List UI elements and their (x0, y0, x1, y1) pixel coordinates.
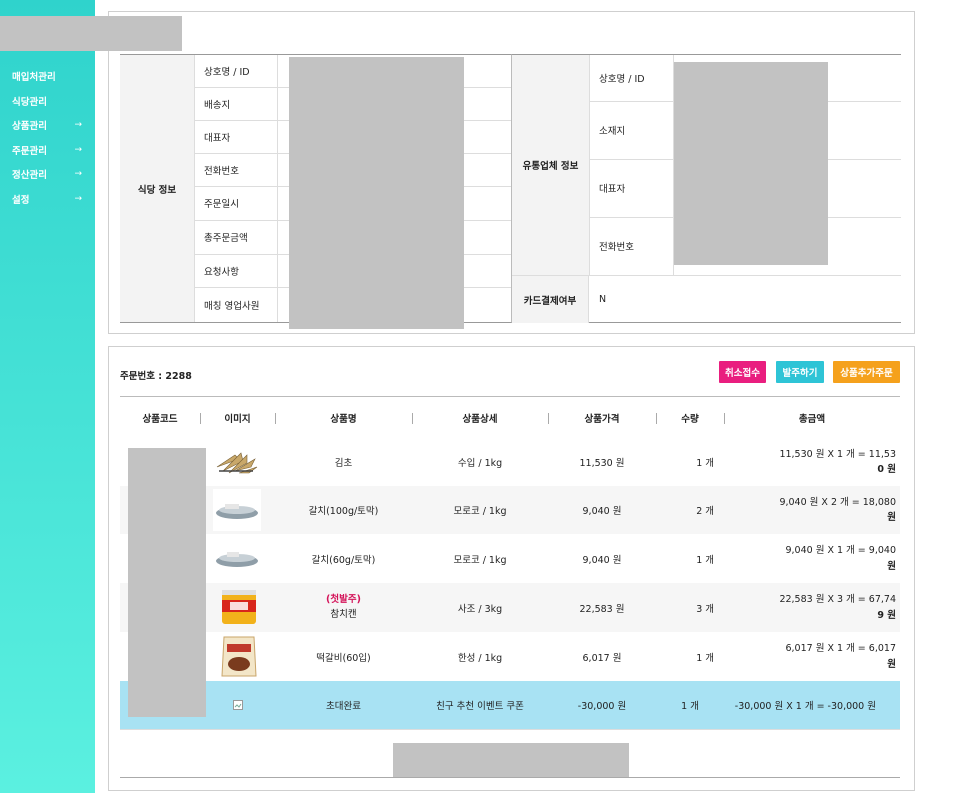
product-total: 9,040 원 X 1 개 = 9,040 원 (785, 545, 896, 572)
galbi-pack-image (218, 634, 260, 679)
product-name-cell: (첫발주) 참치캔 (275, 583, 412, 632)
broken-image-icon (200, 681, 275, 729)
table-row: (첫발주) 참치캔 사조 / 3kg 22,583 원 3 개 22,583 원… (120, 583, 900, 633)
sidebar-item-settings[interactable]: 설정 → (12, 187, 92, 212)
order-number: 주문번호 : 2288 (120, 371, 192, 382)
dispatch-order-button[interactable]: 발주하기 (776, 361, 824, 383)
fish-image (213, 489, 261, 531)
fish-image (213, 537, 261, 579)
table-row: 갈치(100g/토막) 모로코 / 1kg 9,040 원 2 개 9,040 … (120, 486, 900, 535)
table-row: 김초 수입 / 1kg 11,530 원 1 개 11,530 원 X 1 개 … (120, 438, 900, 487)
col-price: 상품가격 (584, 414, 620, 425)
sidebar-item-restaurant[interactable]: 식당관리 (12, 89, 92, 114)
product-qty: 1 개 (696, 554, 714, 566)
product-price: 22,583 원 (579, 603, 625, 615)
arrow-right-icon: → (74, 144, 82, 155)
product-name: 갈치(60g/토막) (311, 554, 376, 566)
items-table-header: 상품코드 이미지 상품명 상품상세 상품가격 수량 총금액 (120, 396, 900, 440)
add-product-order-button[interactable]: 상품추가주문 (833, 361, 900, 383)
product-qty: 1 개 (696, 652, 714, 664)
col-total: 총금액 (798, 414, 826, 425)
product-qty: 2 개 (696, 506, 714, 517)
redacted-distributor-values (674, 62, 828, 265)
product-detail: 수입 / 1kg (457, 458, 503, 469)
arrow-right-icon: → (74, 193, 82, 204)
product-price: 9,040 원 (582, 506, 622, 517)
sidebar-item-purchase[interactable]: 매입처관리 (12, 64, 92, 89)
product-total: 11,530 원 X 1 개 = 11,53 0 원 (779, 448, 896, 475)
col-image: 이미지 (224, 414, 251, 425)
sidebar-item-product[interactable]: 상품관리 → (12, 113, 92, 138)
redacted-product-codes (128, 448, 206, 717)
tuna-can-image (218, 586, 260, 628)
product-name: 떡갈비(60입) (316, 652, 371, 664)
product-detail: 모로코 / 1kg (453, 506, 507, 517)
product-detail: 사조 / 3kg (457, 603, 503, 615)
product-qty: 3 개 (696, 603, 714, 615)
col-qty: 수량 (681, 414, 699, 425)
distributor-row-card: 카드결제여부 N (512, 275, 901, 323)
redacted-footer (393, 743, 629, 777)
arrow-right-icon: → (74, 169, 82, 180)
product-name: 갈치(100g/토막) (308, 506, 379, 517)
redacted-restaurant-values (289, 57, 464, 329)
footer-divider (120, 777, 900, 778)
table-row: 떡갈비(60입) 한성 / 1kg 6,017 원 1 개 6,017 원 X … (120, 632, 900, 682)
product-price: 9,040 원 (582, 554, 622, 566)
product-price: 11,530 원 (579, 458, 625, 469)
cancel-request-button[interactable]: 취소접수 (719, 361, 766, 383)
product-total: 22,583 원 X 3 개 = 67,74 9 원 (779, 594, 896, 621)
product-name: 김초 (334, 458, 353, 469)
first-order-badge: (첫발주) (326, 594, 361, 606)
distributor-category: 유통업체 정보 (512, 55, 590, 275)
col-product-name: 상품명 (330, 414, 357, 425)
product-total: 6,017 원 X 1 개 = 6,017 원 (785, 643, 896, 670)
card-payment-value: N (599, 294, 607, 305)
sidebar-item-order[interactable]: 주문관리 → (12, 138, 92, 163)
seaweed-image (213, 441, 261, 483)
restaurant-category: 식당 정보 (120, 55, 195, 322)
arrow-right-icon: → (74, 120, 82, 131)
product-name: 참치캔 (330, 608, 357, 620)
table-row: 갈치(60g/토막) 모로코 / 1kg 9,040 원 1 개 9,040 원… (120, 534, 900, 584)
product-total: -30,000 원 X 1 개 = -30,000 원 (734, 701, 876, 712)
product-qty: 1 개 (681, 701, 699, 712)
product-price: 6,017 원 (582, 652, 622, 664)
table-row-coupon: 초대완료 친구 추천 이벤트 쿠폰 -30,000 원 1 개 -30,000 … (120, 681, 900, 730)
product-name: 초대완료 (326, 701, 361, 712)
product-total: 9,040 원 X 2 개 = 18,080 원 (779, 496, 896, 523)
col-product-detail: 상품상세 (462, 414, 498, 425)
sidebar-item-settlement[interactable]: 정산관리 → (12, 162, 92, 187)
product-qty: 1 개 (696, 458, 714, 469)
product-detail: 한성 / 1kg (457, 652, 503, 664)
product-detail: 모로코 / 1kg (453, 554, 507, 566)
redacted-logo (0, 16, 182, 51)
product-detail: 친구 추천 이벤트 쿠폰 (436, 701, 524, 712)
sidebar-nav: 매입처관리 식당관리 상품관리 → 주문관리 → 정산관리 → 설정 → (12, 64, 92, 211)
col-product-code: 상품코드 (142, 414, 178, 425)
product-price: -30,000 원 (577, 701, 627, 712)
